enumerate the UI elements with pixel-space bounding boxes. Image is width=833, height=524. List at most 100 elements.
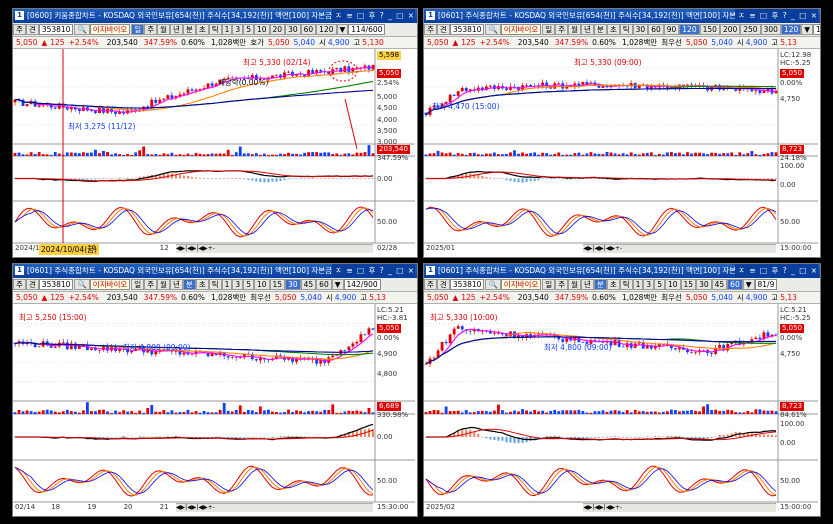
chart-canvas[interactable] bbox=[13, 49, 415, 255]
minute-button-6[interactable]: 60 bbox=[300, 24, 317, 35]
period-button-1[interactable]: 주 bbox=[555, 24, 569, 35]
minute-button-7[interactable]: 120 bbox=[316, 24, 337, 35]
period-button-2[interactable]: 월 bbox=[568, 279, 582, 290]
chart-canvas[interactable] bbox=[13, 304, 415, 514]
period-button-4[interactable]: 분 bbox=[593, 279, 607, 290]
minute-button-4[interactable]: 15 bbox=[680, 279, 697, 290]
window-title-bar[interactable]: 1 [0601] 주식종합차트 - KOSDAQ 외국인보유[654(천)] 주식… bbox=[424, 9, 820, 23]
window-controls[interactable]: ㅈ ≡ □ 후 ? _ □ × bbox=[332, 9, 415, 23]
period-button-2[interactable]: 월 bbox=[568, 24, 582, 35]
stock-code-input[interactable]: 353810 bbox=[449, 24, 485, 35]
minute-button-2[interactable]: 5 bbox=[654, 279, 665, 290]
minute-button-5[interactable]: 30 bbox=[285, 24, 301, 35]
dropdown-arrow-icon[interactable]: ▼ bbox=[742, 279, 755, 290]
minute-button-5[interactable]: 200 bbox=[719, 24, 741, 35]
search-icon[interactable]: 🔍 bbox=[485, 24, 501, 35]
period-button-3[interactable]: 년 bbox=[581, 24, 594, 35]
period-button-6[interactable]: 틱 bbox=[619, 279, 633, 290]
minute-button-0[interactable]: 1 bbox=[221, 24, 233, 35]
period-button-4[interactable]: 분 bbox=[593, 24, 607, 35]
period-button-0[interactable]: 일 bbox=[131, 279, 145, 290]
minute-button-5[interactable]: 30 bbox=[696, 279, 712, 290]
minute-button-1[interactable]: 3 bbox=[232, 24, 244, 35]
minute-button-0[interactable]: 1 bbox=[221, 279, 233, 290]
period-button-2[interactable]: 월 bbox=[157, 24, 171, 35]
data-count-field[interactable]: 142/900 bbox=[343, 279, 381, 290]
period-button-6[interactable]: 틱 bbox=[208, 279, 222, 290]
minute-button-4[interactable]: 150 bbox=[699, 24, 720, 35]
chart-area[interactable]: 최고 5,330 (09:00) 최저 4,470 (15:00) LC:12.98… bbox=[424, 49, 820, 257]
minute-button-2[interactable]: 5 bbox=[243, 24, 254, 35]
period-button-5[interactable]: 초 bbox=[195, 24, 209, 35]
minute-button-3[interactable]: 10 bbox=[664, 279, 681, 290]
window-controls[interactable]: ㅈ ≡ □ 후 ? _ □ × bbox=[735, 9, 818, 23]
chart-window-60min[interactable]: 1 [0601] 주식종합차트 - KOSDAQ 외국인보유[654(천)] 주식… bbox=[423, 263, 821, 517]
minute-button-5[interactable]: 30 bbox=[285, 279, 301, 290]
minute-button-4[interactable]: 20 bbox=[269, 24, 286, 35]
period-button-5[interactable]: 초 bbox=[195, 279, 209, 290]
chart-window-30min[interactable]: 1 [0601] 주식종합차트 - KOSDAQ 외국인보유[654(천)] 주식… bbox=[12, 263, 418, 517]
dropdown-arrow-icon[interactable]: ▼ bbox=[331, 279, 344, 290]
jong-button[interactable]: 주 bbox=[424, 24, 437, 35]
minute-button-1[interactable]: 60 bbox=[648, 24, 664, 35]
jong-button[interactable]: 주 bbox=[13, 24, 26, 35]
period-button-4[interactable]: 분 bbox=[182, 24, 196, 35]
period-button-0[interactable]: 일 bbox=[131, 24, 145, 35]
jong-button[interactable]: 주 bbox=[13, 279, 26, 290]
search-icon[interactable]: 🔍 bbox=[74, 279, 90, 290]
minute-button-7[interactable]: 300 bbox=[760, 24, 781, 35]
stock-name-field[interactable]: 이지바이오 bbox=[500, 24, 542, 35]
window-title-bar[interactable]: 1 [0601] 주식종합차트 - KOSDAQ 외국인보유[654(천)] 주식… bbox=[13, 264, 417, 278]
chart-scrollbar[interactable]: ◀▶|◀▶|◀▶+- bbox=[583, 244, 776, 253]
minute-button-7[interactable]: 60 bbox=[316, 279, 332, 290]
gyeon-button[interactable]: 견 bbox=[25, 24, 39, 35]
chart-window-120min[interactable]: 1 [0601] 주식종합차트 - KOSDAQ 외국인보유[654(천)] 주식… bbox=[423, 8, 821, 258]
stock-name-field[interactable]: 이지바이오 bbox=[89, 24, 131, 35]
period-button-0[interactable]: 일 bbox=[542, 24, 556, 35]
minute-button-3[interactable]: 120 bbox=[679, 24, 700, 35]
stock-code-input[interactable]: 353810 bbox=[38, 279, 74, 290]
period-button-6[interactable]: 틱 bbox=[208, 24, 222, 35]
period-button-1[interactable]: 주 bbox=[144, 24, 158, 35]
period-button-1[interactable]: 주 bbox=[555, 279, 569, 290]
period-button-5[interactable]: 초 bbox=[606, 279, 620, 290]
stock-name-field[interactable]: 이지바이오 bbox=[89, 279, 131, 290]
period-button-4[interactable]: 분 bbox=[182, 279, 196, 290]
dropdown-arrow-icon[interactable]: ▼ bbox=[801, 24, 814, 35]
minute-button-0[interactable]: 30 bbox=[632, 24, 649, 35]
window-title-bar[interactable]: 1 [0601] 주식종합차트 - KOSDAQ 외국인보유[654(천)] 주식… bbox=[424, 264, 820, 278]
period-button-3[interactable]: 년 bbox=[581, 279, 594, 290]
chart-scrollbar[interactable]: ◀▶|◀▶|◀▶+- bbox=[175, 244, 373, 253]
chart-scrollbar[interactable]: ◀▶|◀▶|◀▶+- bbox=[175, 503, 373, 512]
minute-button-3[interactable]: 10 bbox=[253, 24, 270, 35]
dropdown-arrow-icon[interactable]: ▼ bbox=[336, 24, 349, 35]
stock-code-input[interactable]: 353810 bbox=[38, 24, 74, 35]
minute-button-6[interactable]: 45 bbox=[300, 279, 317, 290]
window-controls[interactable]: ㅈ ≡ □ 후 ? _ □ × bbox=[735, 264, 818, 278]
gyeon-button[interactable]: 견 bbox=[25, 279, 39, 290]
minute-button-2[interactable]: 90 bbox=[663, 24, 680, 35]
data-count-field[interactable]: 114/600 bbox=[348, 24, 386, 35]
period-button-3[interactable]: 년 bbox=[170, 279, 183, 290]
jong-button[interactable]: 주 bbox=[424, 279, 437, 290]
search-icon[interactable]: 🔍 bbox=[485, 279, 501, 290]
minute-button-4[interactable]: 15 bbox=[269, 279, 286, 290]
minute-button-0[interactable]: 1 bbox=[632, 279, 644, 290]
chart-window-daily[interactable]: 1 [0600] 키움종합차트 - KOSDAQ 외국인보유[654(천)] 주식… bbox=[12, 8, 418, 258]
minute-button-3[interactable]: 10 bbox=[253, 279, 270, 290]
period-button-1[interactable]: 주 bbox=[144, 279, 158, 290]
window-controls[interactable]: ㅈ ≡ □ 후 ? _ □ × bbox=[332, 264, 415, 278]
minute-button-6[interactable]: 45 bbox=[711, 279, 728, 290]
minute-button-1[interactable]: 3 bbox=[232, 279, 244, 290]
chart-canvas[interactable] bbox=[424, 304, 818, 514]
minute-button-7[interactable]: 60 bbox=[727, 279, 743, 290]
minute-button-8[interactable]: 120 bbox=[780, 24, 802, 35]
period-button-6[interactable]: 틱 bbox=[619, 24, 633, 35]
stock-name-field[interactable]: 이지바이오 bbox=[500, 279, 542, 290]
period-button-5[interactable]: 초 bbox=[606, 24, 620, 35]
stock-code-input[interactable]: 353810 bbox=[449, 279, 485, 290]
minute-button-2[interactable]: 5 bbox=[243, 279, 254, 290]
minute-button-6[interactable]: 250 bbox=[740, 24, 761, 35]
search-icon[interactable]: 🔍 bbox=[74, 24, 90, 35]
period-button-0[interactable]: 일 bbox=[542, 279, 556, 290]
